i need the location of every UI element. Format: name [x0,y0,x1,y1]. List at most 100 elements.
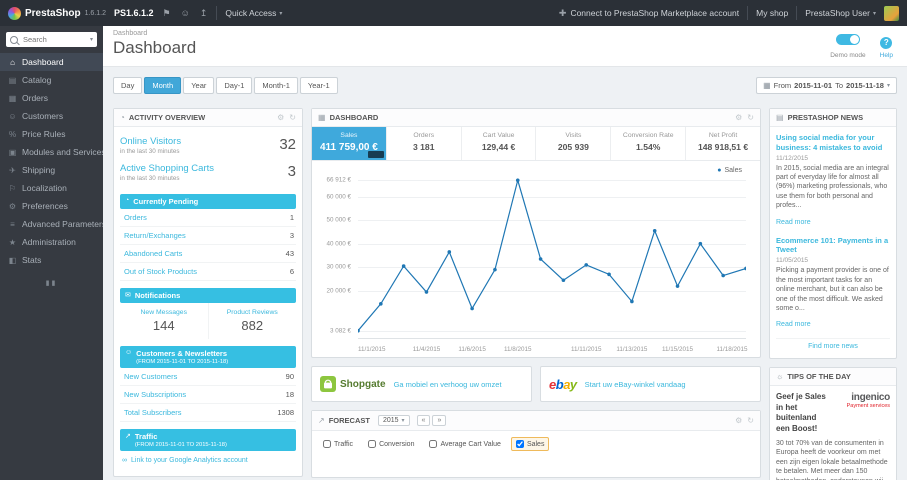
new-messages-stat[interactable]: New Messages 144 [120,303,209,339]
pending-row-returns: Return/Exchanges 3 [120,227,296,245]
sidebar-item-stats[interactable]: ◧ Stats [0,251,103,269]
new-subscriptions-link[interactable]: New Subscriptions [124,390,186,399]
sidebar-item-preferences[interactable]: ⚙ Preferences [0,197,103,215]
news-header: ▤ PRESTASHOP NEWS [770,109,896,127]
forecast-option-average-cart-value[interactable]: Average Cart Value [424,437,505,451]
kpi-net-profit[interactable]: Net Profit 148 918,51 € [686,127,760,160]
sidebar-item-dashboard[interactable]: ⌂ Dashboard [0,53,103,71]
news-item-title-link[interactable]: Using social media for your business: 4 … [776,133,890,153]
shopgate-name: Shopgate [340,378,386,390]
filter-day-1-button[interactable]: Day-1 [216,77,253,94]
sidebar-item-customers[interactable]: ☺ Customers [0,107,103,125]
read-more-link[interactable]: Read more [776,219,811,226]
news-item-title-link[interactable]: Ecommerce 101: Payments in a Tweet [776,236,890,256]
user-avatar[interactable] [884,5,899,21]
forecast-prev-button[interactable]: « [416,415,431,426]
filter-month-button[interactable]: Month [144,77,182,94]
sidebar-item-catalog[interactable]: ▤ Catalog [0,71,103,89]
average-cart-value-checkbox[interactable] [429,440,438,448]
kpi-visits[interactable]: Visits 205 939 [536,127,612,160]
activity-overview-title: ACTIVITY OVERVIEW [128,113,206,122]
forecast-next-button[interactable]: » [432,415,447,426]
out-of-stock-link[interactable]: Out of Stock Products [124,267,197,276]
forecast-option-traffic[interactable]: Traffic [318,437,358,451]
shopgate-tagline-link[interactable]: Ga mobiel en verhoog uw omzet [394,380,502,389]
cart-icon[interactable]: ⚑ [162,8,172,19]
sidebar-item-advanced-parameters[interactable]: ≡ Advanced Parameters [0,215,103,233]
forecast-title: FORECAST [328,416,370,425]
refresh-icon[interactable]: ↻ [747,416,754,425]
refresh-icon[interactable]: ↻ [289,113,296,122]
orders-link[interactable]: Orders [124,213,147,222]
forecast-option-sales[interactable]: Sales [510,437,550,451]
prestashop-logo[interactable]: PrestaShop 1.6.1.2 [8,6,106,20]
dashboard-panel: ▦ DASHBOARD ⚙ ↻ Sales 411 759,00 € Order… [311,108,761,358]
conversion-checkbox[interactable] [368,440,377,448]
kpi-cart-value-value: 129,44 € [481,142,516,152]
gear-icon[interactable]: ⚙ [735,416,742,425]
search-scope-caret-icon[interactable]: ▾ [90,36,93,43]
kpi-cart-value[interactable]: Cart Value 129,44 € [462,127,537,160]
google-analytics-link[interactable]: ∞ Link to your Google Analytics account [120,451,296,470]
shopgate-promo[interactable]: Shopgate Ga mobiel en verhoog uw omzet [311,366,532,402]
modules-icon: ▣ [8,147,17,157]
user-menu[interactable]: PrestaShop User ▾ [805,8,876,18]
sidebar-item-localization[interactable]: ⚐ Localization [0,179,103,197]
news-item: Ecommerce 101: Payments in a Tweet 11/05… [776,236,890,332]
forecast-option-conversion[interactable]: Conversion [363,437,419,451]
kpi-sales[interactable]: Sales 411 759,00 € [312,127,387,160]
plug-icon: ✚ [558,7,567,18]
find-more-news-link[interactable]: Find more news [776,338,890,352]
sidebar-item-orders[interactable]: ▦ Orders [0,89,103,107]
active-carts-link[interactable]: Active Shopping Carts [120,163,214,174]
my-shop-link[interactable]: My shop [756,8,788,18]
sidebar-item-modules[interactable]: ▣ Modules and Services [0,143,103,161]
clock-icon: ◔ [120,113,125,122]
filter-year-button[interactable]: Year [183,77,215,94]
read-more-link[interactable]: Read more [776,321,811,328]
filter-day-button[interactable]: Day [113,77,143,94]
traffic-header: ↗ Traffic (FROM 2015-11-01 TO 2015-11-18… [120,429,296,451]
sidebar-search[interactable]: ▾ [6,32,97,47]
chart-legend[interactable]: ● Sales [717,167,742,174]
kpi-conversion-rate[interactable]: Conversion Rate 1.54% [611,127,687,160]
demo-mode-toggle[interactable] [835,34,860,45]
product-reviews-stat[interactable]: Product Reviews 882 [209,303,297,339]
panel-tools: ⚙ ↻ [735,113,754,122]
forecast-year-select[interactable]: 2015 ▾ [377,415,410,426]
date-range-picker[interactable]: ▦ From 2015-11-01 To 2015-11-18 ▾ [756,77,897,94]
employee-icon[interactable]: ☺ [180,8,191,18]
total-subscribers-link[interactable]: Total Subscribers [124,408,182,417]
help-icon[interactable]: ? [880,37,893,49]
filter-year-1-button[interactable]: Year-1 [299,77,338,94]
sidebar-item-label: Preferences [22,201,68,211]
marketplace-link[interactable]: ✚ Connect to PrestaShop Marketplace acco… [558,8,739,19]
new-messages-label: New Messages [140,309,187,316]
filter-month-1-button[interactable]: Month-1 [254,77,298,94]
online-visitors-link[interactable]: Online Visitors [120,136,181,147]
kpi-orders[interactable]: Orders 3 181 [387,127,462,160]
sidebar-item-price-rules[interactable]: % Price Rules [0,125,103,143]
clock-icon: ◔ [125,197,130,204]
traffic-checkbox[interactable] [323,440,331,448]
refresh-icon[interactable]: ↻ [747,113,754,122]
ebay-letter: y [569,376,577,392]
search-input[interactable] [21,34,87,45]
quick-access-menu[interactable]: Quick Access ▾ [225,8,282,18]
sidebar-collapse-icon[interactable]: ▮▮ [0,279,103,287]
abandoned-carts-link[interactable]: Abandoned Carts [124,249,182,258]
news-item-body: Picking a payment provider is one of the… [776,267,889,312]
sales-checkbox[interactable] [515,440,524,448]
returns-link[interactable]: Return/Exchanges [124,231,186,240]
ebay-promo[interactable]: ebay Start uw eBay-winkel vandaag [540,366,761,402]
gear-icon[interactable]: ⚙ [735,113,742,122]
dashboard-right-column: ▤ PRESTASHOP NEWS Using social media for… [769,108,897,480]
gear-icon[interactable]: ⚙ [277,113,284,122]
sidebar-item-shipping[interactable]: ✈ Shipping [0,161,103,179]
updates-icon[interactable]: ↥ [199,8,209,19]
ebay-tagline-link[interactable]: Start uw eBay-winkel vandaag [585,380,686,389]
forecast-icon: ↗ [318,416,325,425]
sidebar-item-administration[interactable]: ★ Administration [0,233,103,251]
breadcrumb[interactable]: Dashboard [113,30,897,37]
new-customers-link[interactable]: New Customers [124,372,177,381]
